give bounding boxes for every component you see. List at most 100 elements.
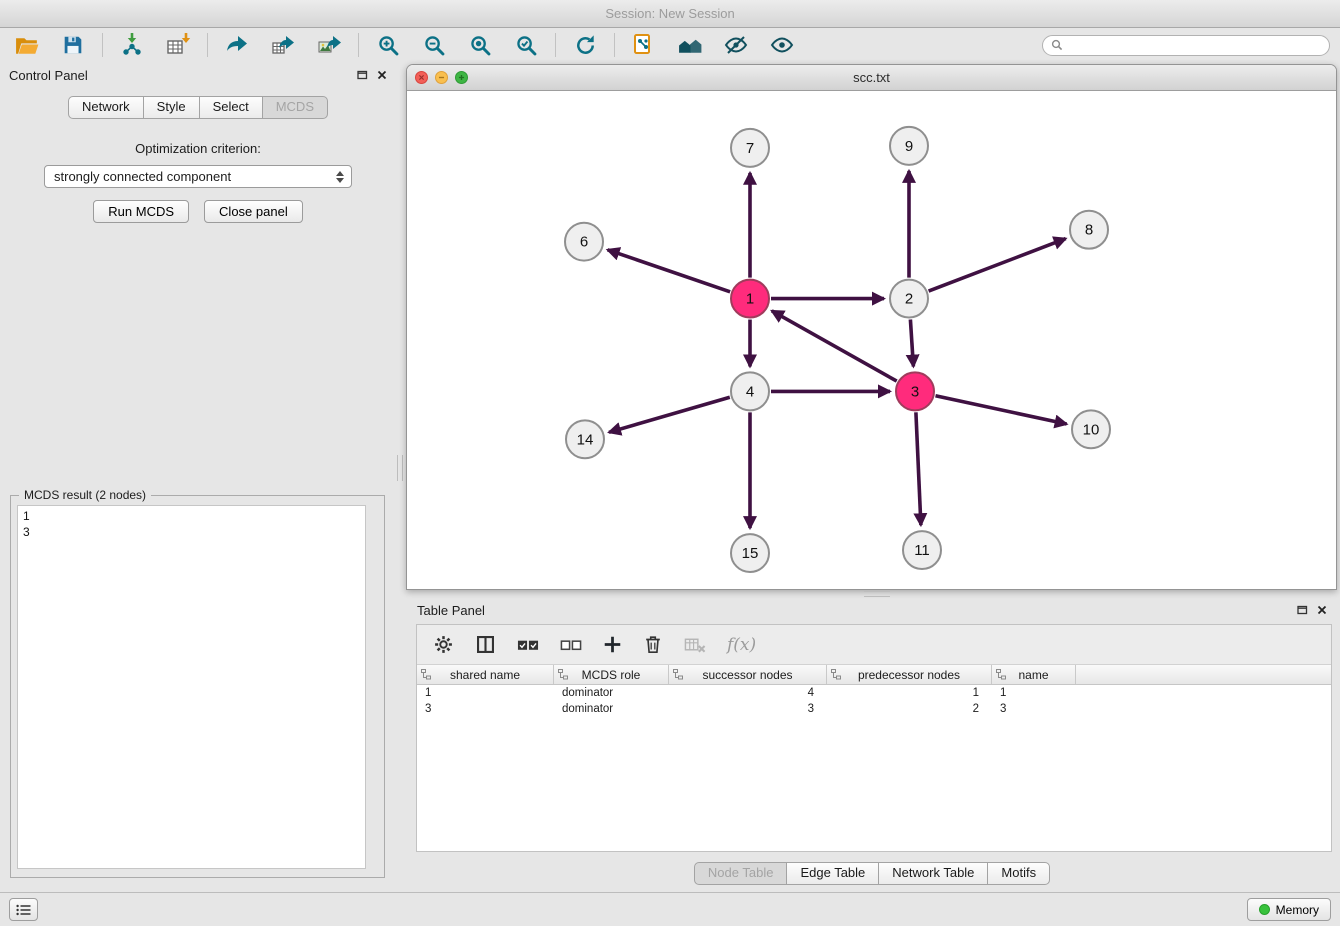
graph-node-7[interactable]: 7 [731, 129, 769, 167]
column-header-successor-nodes[interactable]: successor nodes [669, 665, 827, 684]
import-network-button[interactable] [115, 30, 149, 60]
list-icon [16, 904, 31, 916]
open-folder-icon [14, 32, 41, 59]
delete-column-button[interactable] [643, 634, 663, 655]
close-panel-icon[interactable] [377, 68, 387, 83]
close-table-panel-icon[interactable] [1317, 603, 1327, 618]
function-builder-button[interactable]: f(x) [727, 635, 756, 655]
graph-node-4[interactable]: 4 [731, 372, 769, 410]
graph-node-14[interactable]: 14 [566, 420, 604, 458]
graph-edge-2-8[interactable] [929, 239, 1066, 291]
close-panel-button[interactable]: Close panel [204, 200, 303, 223]
table-cell: dominator [554, 687, 669, 699]
graph-node-1[interactable]: 1 [731, 280, 769, 318]
import-table-icon [165, 32, 191, 58]
mcds-result-title: MCDS result (2 nodes) [19, 488, 151, 502]
column-visibility-button[interactable] [475, 634, 496, 655]
refresh-view-button[interactable] [568, 30, 602, 60]
graph-edge-3-1[interactable] [772, 311, 897, 381]
import-table-button[interactable] [161, 30, 195, 60]
graph-edge-3-10[interactable] [936, 396, 1067, 424]
optimization-criterion-label: Optimization criterion: [0, 141, 396, 156]
memory-status-icon [1259, 904, 1270, 915]
tab-style[interactable]: Style [143, 96, 200, 119]
column-header-shared-name[interactable]: shared name [417, 665, 554, 684]
main-toolbar [0, 28, 1340, 62]
graph-node-8[interactable]: 8 [1070, 211, 1108, 249]
show-all-button[interactable] [765, 30, 799, 60]
tab-network[interactable]: Network [68, 96, 144, 119]
float-table-panel-icon[interactable] [1297, 603, 1308, 618]
toolbar-search[interactable] [1042, 35, 1330, 56]
zoom-window-icon[interactable] [455, 71, 468, 84]
search-icon [1051, 39, 1063, 51]
close-window-icon[interactable] [415, 71, 428, 84]
home-button[interactable] [673, 30, 707, 60]
column-header-MCDS-role[interactable]: MCDS role [554, 665, 669, 684]
network-from-selection-icon [631, 32, 657, 58]
hide-selected-button[interactable] [719, 30, 753, 60]
graph-edge-3-11[interactable] [916, 412, 921, 525]
zoom-fit-button[interactable] [463, 30, 497, 60]
minimize-window-icon[interactable] [435, 71, 448, 84]
panel-splitter[interactable] [396, 62, 404, 892]
window-title: Session: New Session [605, 6, 734, 21]
window-titlebar[interactable]: Session: New Session [0, 0, 1340, 28]
table-panel-tabs: Node TableEdge TableNetwork TableMotifs [404, 862, 1340, 885]
graph-node-10[interactable]: 10 [1072, 410, 1110, 448]
graph-edge-1-6[interactable] [608, 250, 731, 292]
graph-node-11[interactable]: 11 [903, 531, 941, 569]
table-row[interactable]: 1dominator411 [417, 685, 1331, 701]
home-houses-icon [677, 32, 704, 59]
status-bar: Memory [0, 892, 1340, 926]
mcds-result-text[interactable]: 1 3 [17, 505, 366, 869]
column-header-label: shared name [450, 668, 520, 682]
graph-edge-4-14[interactable] [609, 397, 730, 432]
table-toolbar: f(x) [417, 625, 1331, 665]
new-network-from-selection-button[interactable] [627, 30, 661, 60]
column-header-label: MCDS role [582, 668, 641, 682]
add-column-button[interactable] [603, 635, 622, 654]
delete-table-button[interactable] [684, 635, 706, 655]
select-all-columns-button[interactable] [517, 637, 539, 653]
graph-node-9[interactable]: 9 [890, 127, 928, 165]
table-settings-button[interactable] [433, 634, 454, 655]
save-session-button[interactable] [56, 30, 90, 60]
zoom-in-button[interactable] [371, 30, 405, 60]
tab-select[interactable]: Select [199, 96, 263, 119]
column-header-predecessor-nodes[interactable]: predecessor nodes [827, 665, 992, 684]
run-mcds-button[interactable]: Run MCDS [93, 200, 189, 223]
graph-edge-2-3[interactable] [910, 320, 913, 367]
sort-icon [831, 669, 841, 680]
table-tab-edge-table[interactable]: Edge Table [786, 862, 879, 885]
graph-node-6[interactable]: 6 [565, 223, 603, 261]
table-panel: Table Panel [404, 598, 1340, 892]
toolbar-separator [358, 33, 359, 57]
export-network-button[interactable] [220, 30, 254, 60]
table-cell: 3 [992, 703, 1076, 715]
memory-button[interactable]: Memory [1247, 898, 1331, 921]
open-session-button[interactable] [10, 30, 44, 60]
tab-mcds[interactable]: MCDS [262, 96, 328, 119]
table-tab-motifs[interactable]: Motifs [987, 862, 1050, 885]
criterion-select[interactable]: strongly connected component [44, 165, 352, 188]
graph-node-2[interactable]: 2 [890, 280, 928, 318]
table-tab-network-table[interactable]: Network Table [878, 862, 988, 885]
view-table-splitter[interactable] [864, 591, 890, 597]
zoom-out-button[interactable] [417, 30, 451, 60]
zoom-selected-button[interactable] [509, 30, 543, 60]
export-table-button[interactable] [266, 30, 300, 60]
task-history-button[interactable] [9, 898, 38, 921]
graph-node-15[interactable]: 15 [731, 534, 769, 572]
graph-node-3[interactable]: 3 [896, 372, 934, 410]
search-input[interactable] [1068, 38, 1321, 52]
table-row[interactable]: 3dominator323 [417, 701, 1331, 717]
network-canvas[interactable]: 7 9 6 8 1 2 4 3 14 10 15 11 [407, 91, 1336, 589]
column-header-name[interactable]: name [992, 665, 1076, 684]
unselect-all-columns-button[interactable] [560, 637, 582, 653]
export-image-button[interactable] [312, 30, 346, 60]
float-panel-icon[interactable] [357, 68, 368, 83]
graph-node-label: 3 [911, 383, 919, 400]
network-window-titlebar[interactable]: scc.txt [407, 65, 1336, 91]
table-tab-node-table[interactable]: Node Table [694, 862, 788, 885]
